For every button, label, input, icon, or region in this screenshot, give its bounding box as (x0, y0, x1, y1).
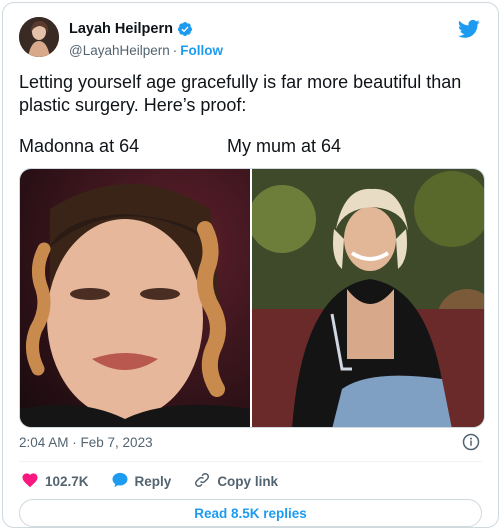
tweet-header: Layah Heilpern @LayahHeilpern · Follow (19, 17, 484, 61)
reply-bubble-icon (111, 471, 129, 492)
tweet-embed-card: Layah Heilpern @LayahHeilpern · Follow L… (2, 2, 499, 528)
tweet-text: Letting yourself age gracefully is far m… (19, 72, 462, 115)
copy-link-button[interactable]: Copy link (193, 471, 278, 492)
reply-label: Reply (134, 473, 172, 489)
verified-badge-icon (177, 21, 193, 37)
reply-button[interactable]: Reply (111, 471, 172, 492)
author-name[interactable]: Layah Heilpern (69, 21, 173, 37)
separator-dot: · (172, 42, 178, 58)
author-info: Layah Heilpern @LayahHeilpern · Follow (69, 19, 223, 60)
author-handle[interactable]: @LayahHeilpern (69, 43, 170, 58)
follow-link[interactable]: Follow (180, 43, 223, 58)
read-replies-button[interactable]: Read 8.5K replies (19, 499, 482, 527)
copy-link-label: Copy link (217, 473, 279, 489)
media-image-left[interactable] (20, 169, 250, 427)
like-count: 102.7K (45, 473, 89, 489)
info-icon[interactable] (462, 433, 480, 451)
caption-left: Madonna at 64 (19, 136, 140, 156)
avatar[interactable] (19, 17, 59, 57)
madonna-photo (20, 169, 250, 427)
media-image-right[interactable] (252, 169, 484, 427)
avatar-photo (19, 17, 59, 57)
link-icon (193, 471, 211, 492)
like-button[interactable]: 102.7K (21, 471, 89, 492)
twitter-bird-icon[interactable] (457, 19, 480, 39)
heart-icon (21, 471, 39, 492)
tweet-media[interactable] (19, 168, 485, 428)
caption-right: My mum at 64 (227, 136, 342, 156)
divider (19, 461, 482, 462)
tweet-timestamp[interactable]: 2:04 AM · Feb 7, 2023 (19, 435, 153, 450)
tweet-captions: Madonna at 64 My mum at 64 (19, 136, 482, 158)
mum-photo (252, 169, 484, 427)
tweet-actions: 102.7K Reply Copy link (21, 471, 300, 491)
